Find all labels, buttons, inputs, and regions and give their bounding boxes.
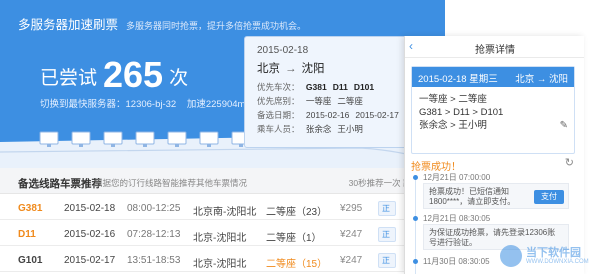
pay-button[interactable]: 支付	[534, 190, 564, 204]
timeline-dot-icon	[413, 259, 418, 264]
backup-dates-line: 备选日期： 2015-02-16 2015-02-17	[257, 109, 403, 121]
travel-route: 北京南-沈阳北	[193, 207, 257, 218]
priority-trains-values: G381 D11 D101	[306, 82, 380, 92]
order-seats: 一等座 > 二等座	[419, 94, 487, 105]
order-card-header: 2015-02-18 星期三 北京 → 沈阳	[412, 67, 574, 87]
banner-subtitle: 多服务器同时抢票，提升多倍抢票成功机会。	[126, 21, 307, 31]
order-route: 北京 → 沈阳	[515, 74, 568, 85]
priority-seat: 二等座	[337, 96, 363, 106]
train-number: G381	[18, 203, 43, 214]
ticket-price: ¥247	[340, 255, 363, 266]
section-title: 备选线路车票推荐	[18, 178, 102, 190]
seat-availability: 二等座（1）	[266, 233, 322, 244]
watermark-url: WWW.DOWNXIA.COM	[526, 259, 589, 265]
priority-seats-line: 优先席别： 一等座 二等座	[257, 95, 403, 107]
panel-title: 抢票详情	[475, 45, 515, 56]
server-info: 切换到最快服务器：12306-bj-32 加速225904ms	[40, 96, 250, 110]
book-button[interactable]: 正	[378, 227, 396, 242]
priority-trains-label: 优先车次：	[257, 82, 300, 92]
server-text: 切换到最快服务器：12306-bj-32	[40, 99, 177, 110]
table-row[interactable]: G381 2015-02-18 08:00-12:25 北京南-沈阳北 二等座（…	[0, 194, 445, 220]
priority-train: D101	[353, 82, 375, 92]
backup-dates-label: 备选日期：	[257, 110, 300, 120]
priority-seats-values: 一等座 二等座	[306, 96, 369, 106]
travel-date: 2015-02-16	[64, 229, 116, 240]
passengers-values: 张余念 王小明	[306, 124, 369, 134]
speed-text: 加速225904ms	[186, 99, 251, 110]
ticket-price: ¥295	[340, 203, 363, 214]
travel-time: 13:51-18:53	[127, 255, 181, 266]
priority-seats-label: 优先席别：	[257, 96, 300, 106]
attempt-count: 265	[103, 54, 164, 95]
passenger: 王小明	[337, 124, 363, 134]
watermark-text: 当下软件园	[526, 247, 581, 259]
backup-date: 2015-02-16	[305, 110, 350, 120]
travel-date: 2015-02-17	[64, 255, 116, 266]
alternate-routes-header: 备选线路车票推荐 根据您的订行线路智能推荐其他车票情况 30秒推荐一次 距下次推	[0, 168, 445, 194]
order-trains: G381 > D11 > D101	[419, 107, 504, 118]
banner-title: 多服务器加速刷票 多服务器同时抢票，提升多倍抢票成功机会。	[18, 14, 306, 33]
seat-availability: 二等座（23）	[266, 207, 328, 218]
ticket-route: 北京 → 沈阳	[257, 60, 403, 76]
backup-date: 2015-02-17	[355, 110, 399, 120]
order-card-body: 一等座 > 二等座 G381 > D11 > D101 张余念 > 王小明 ✎	[412, 87, 574, 138]
banner-title-text: 多服务器加速刷票	[18, 18, 119, 32]
attempt-counter: 已尝试 265 次	[40, 54, 188, 96]
passengers-line: 乘车人员： 张余念 王小明	[257, 123, 403, 135]
route-arrow-icon: →	[285, 63, 297, 75]
timeline-message: 抢票成功！已短信通知1800****，请立即支付。 支付	[423, 183, 569, 209]
priority-trains-line: 优先车次： G381 D11 D101	[257, 81, 403, 93]
ticket-price: ¥247	[340, 229, 363, 240]
ticket-date: 2015-02-18	[257, 45, 309, 56]
timeline-time: 11月30日 08:30:05	[423, 257, 490, 266]
ticket-from: 北京	[257, 63, 280, 75]
travel-route: 北京-沈阳北	[193, 259, 247, 270]
site-watermark: 当下软件园 WWW.DOWNXIA.COM	[500, 242, 596, 272]
travel-route: 北京-沈阳北	[193, 233, 247, 244]
priority-train: D11	[332, 82, 348, 92]
table-row[interactable]: G101 2015-02-17 13:51-18:53 北京-沈阳北 二等座（1…	[0, 246, 445, 272]
success-status: 抢票成功！	[411, 162, 461, 173]
priority-train: G381	[305, 82, 327, 92]
refresh-icon[interactable]: ↻	[565, 156, 574, 169]
train-number: D11	[18, 229, 36, 240]
ticket-summary-card: 2015-02-18 北京 → 沈阳 优先车次： G381 D11 D101 优先席别：…	[244, 36, 416, 148]
seat-availability: 二等座（15）	[266, 259, 328, 270]
panel-header: ‹ 抢票详情	[405, 36, 584, 58]
book-button[interactable]: 正	[378, 253, 396, 268]
timeline-text: 抢票成功！已短信通知1800****，请立即支付。	[429, 187, 516, 206]
order-card: 2015-02-18 星期三 北京 → 沈阳 一等座 > 二等座 G381 > …	[411, 66, 575, 154]
order-passengers: 张余念 > 王小明	[419, 120, 487, 131]
ticket-to: 沈阳	[301, 63, 325, 75]
alternate-routes-section: 备选线路车票推荐 根据您的订行线路智能推荐其他车票情况 30秒推荐一次 距下次推…	[0, 168, 445, 274]
passengers-label: 乘车人员：	[257, 124, 300, 134]
timeline-time: 12月21日 08:30:05	[423, 214, 491, 223]
edit-icon[interactable]: ✎	[560, 119, 568, 132]
app-window: 多服务器加速刷票 多服务器同时抢票，提升多倍抢票成功机会。 已尝试 265 次 切换到…	[0, 0, 600, 274]
watermark-logo-icon	[500, 245, 522, 267]
backup-dates-values: 2015-02-16 2015-02-17	[306, 110, 405, 120]
timeline-dot-icon	[413, 175, 418, 180]
travel-time: 07:28-12:13	[127, 229, 181, 240]
section-description: 根据您的订行线路智能推荐其他车票情况	[94, 178, 248, 188]
travel-date: 2015-02-18	[64, 203, 116, 214]
ticket-detail-panel: ‹ 抢票详情 2015-02-18 星期三 北京 → 沈阳 一等座 > 二等座 …	[404, 36, 584, 274]
train-number: G101	[18, 255, 43, 266]
attempt-prefix: 已尝试	[40, 68, 98, 89]
table-row[interactable]: D11 2015-02-16 07:28-12:13 北京-沈阳北 二等座（1）…	[0, 220, 445, 246]
order-date: 2015-02-18 星期三	[418, 74, 498, 85]
attempt-suffix: 次	[169, 68, 189, 89]
timeline-time: 12月21日 07:00:00	[423, 173, 491, 182]
priority-seat: 一等座	[305, 96, 332, 106]
timeline-dot-icon	[413, 216, 418, 221]
book-button[interactable]: 正	[378, 201, 396, 216]
passenger: 张余念	[305, 124, 332, 134]
travel-time: 08:00-12:25	[127, 203, 181, 214]
